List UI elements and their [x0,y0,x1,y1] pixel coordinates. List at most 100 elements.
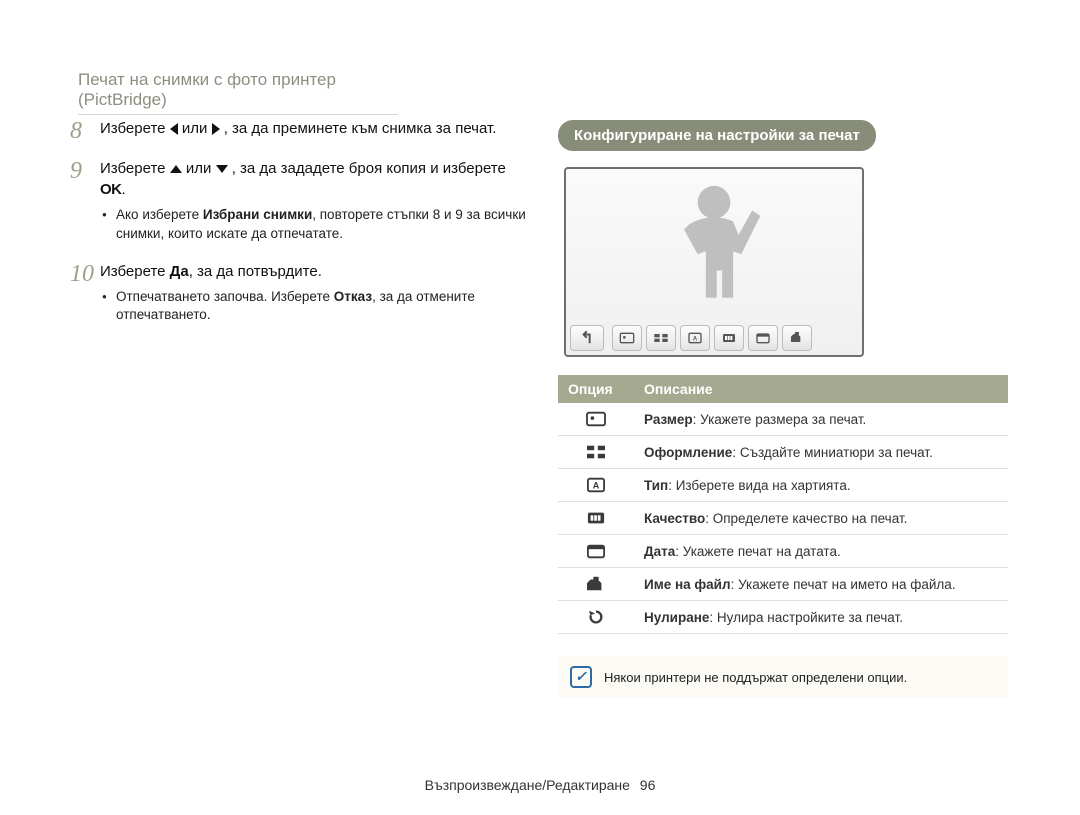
table-row: Оформление: Създайте миниатюри за печат. [558,436,1008,469]
bullet-item: Ако изберете Избрани снимки, повторете с… [100,206,530,242]
reset-icon [585,608,607,626]
th-description: Описание [634,375,1008,403]
left-column: 8 Изберете или , за да преминете към сни… [70,118,530,342]
child-silhouette-icon [644,175,784,325]
text: : Изберете вида на хартията. [668,478,850,493]
ok-label: OK [100,181,122,198]
option-desc: Дата: Укажете печат на датата. [634,535,1008,568]
layout-icon [585,443,607,461]
type-icon-button[interactable]: A [680,325,710,351]
type-icon: A [585,476,607,494]
step-number: 10 [70,261,100,328]
date-icon-button[interactable] [748,325,778,351]
th-option: Опция [558,375,634,403]
size-icon-button[interactable] [612,325,642,351]
layout-icon-button[interactable] [646,325,676,351]
bold-text: Да [170,263,189,280]
table-row: Нулиране: Нулира настройките за печат. [558,601,1008,634]
size-icon [585,410,607,428]
text: : Укажете печат на датата. [675,544,840,559]
option-label: Размер [644,412,693,427]
back-arrow-icon: ↰ [580,328,593,348]
option-label: Оформление [644,445,732,460]
text: : Определете качество на печат. [705,511,907,526]
text: : Нулира настройките за печат. [709,610,903,625]
bold-text: Избрани снимки [203,207,312,222]
step-text: Изберете Да, за да потвърдите. Отпечатва… [100,261,530,328]
text: или [186,160,216,177]
right-column: Конфигуриране на настройки за печат ↰ A … [558,120,1018,698]
option-icon-cell [558,535,634,568]
text: . [122,181,126,198]
step-number: 9 [70,158,100,246]
quality-icon-button[interactable] [714,325,744,351]
page-title: Печат на снимки с фото принтер (PictBrid… [78,70,398,115]
step-text: Изберете или , за да преминете към снимк… [100,118,496,144]
option-label: Дата [644,544,675,559]
bullet-item: Отпечатването започва. Изберете Отказ, з… [100,288,530,324]
info-icon: ✓ [570,666,592,688]
step-text: Изберете или , за да зададете броя копия… [100,158,530,246]
table-row: Размер: Укажете размера за печат. [558,403,1008,436]
table-row: Име на файл: Укажете печат на името на ф… [558,568,1008,601]
option-desc: Име на файл: Укажете печат на името на ф… [634,568,1008,601]
step-10: 10 Изберете Да, за да потвърдите. Отпеча… [70,261,530,328]
option-icon-cell [558,436,634,469]
page-footer: Възпроизвеждане/Редактиране 96 [0,777,1080,793]
option-desc: Оформление: Създайте миниатюри за печат. [634,436,1008,469]
quality-icon [585,509,607,527]
arrow-right-icon [212,123,220,135]
arrow-up-icon [170,165,182,173]
text: Ако изберете [116,207,203,222]
option-icon-cell [558,568,634,601]
filename-icon-button[interactable] [782,325,812,351]
option-label: Тип [644,478,668,493]
text: : Създайте миниатюри за печат. [732,445,932,460]
svg-text:A: A [693,337,698,343]
option-desc: Качество: Определете качество на печат. [634,502,1008,535]
option-icon-cell: A [558,469,634,502]
option-desc: Тип: Изберете вида на хартията. [634,469,1008,502]
text: Отпечатването започва. Изберете [116,289,334,304]
text: Изберете [100,120,170,137]
camera-screen-preview: ↰ A [564,167,864,357]
page-number: 96 [640,777,656,793]
bullet-list: Отпечатването започва. Изберете Отказ, з… [100,288,530,324]
text: , за да потвърдите. [189,263,322,280]
arrow-down-icon [216,165,228,173]
options-table: Опция Описание Размер: Укажете размера з… [558,375,1008,634]
option-desc: Размер: Укажете размера за печат. [634,403,1008,436]
step-9: 9 Изберете или , за да зададете броя коп… [70,158,530,246]
footer-section: Възпроизвеждане/Редактиране [425,777,630,793]
date-icon [585,542,607,560]
option-icon-cell [558,601,634,634]
option-label: Качество [644,511,705,526]
svg-text:A: A [593,481,600,491]
option-label: Име на файл [644,577,731,592]
text: : Укажете печат на името на файла. [731,577,956,592]
table-row: Качество: Определете качество на печат. [558,502,1008,535]
text: Изберете [100,160,170,177]
note-box: ✓ Някои принтери не поддържат определени… [558,656,1008,698]
config-heading: Конфигуриране на настройки за печат [558,120,876,151]
option-icon-cell [558,502,634,535]
note-text: Някои принтери не поддържат определени о… [604,670,907,685]
table-row: A Тип: Изберете вида на хартията. [558,469,1008,502]
screen-icon-bar: ↰ A [570,325,858,351]
arrow-left-icon [170,123,178,135]
text: , за да преминете към снимка за печат. [224,120,497,137]
bold-text: Отказ [334,289,372,304]
step-number: 8 [70,118,100,144]
filename-icon [585,575,607,593]
option-label: Нулиране [644,610,709,625]
step-8: 8 Изберете или , за да преминете към сни… [70,118,530,144]
table-row: Дата: Укажете печат на датата. [558,535,1008,568]
text: : Укажете размера за печат. [693,412,867,427]
text: , за да зададете броя копия и изберете [232,160,506,177]
text: Изберете [100,263,170,280]
option-desc: Нулиране: Нулира настройките за печат. [634,601,1008,634]
text: или [182,120,212,137]
back-button[interactable]: ↰ [570,325,604,351]
option-icon-cell [558,403,634,436]
bullet-list: Ако изберете Избрани снимки, повторете с… [100,206,530,242]
